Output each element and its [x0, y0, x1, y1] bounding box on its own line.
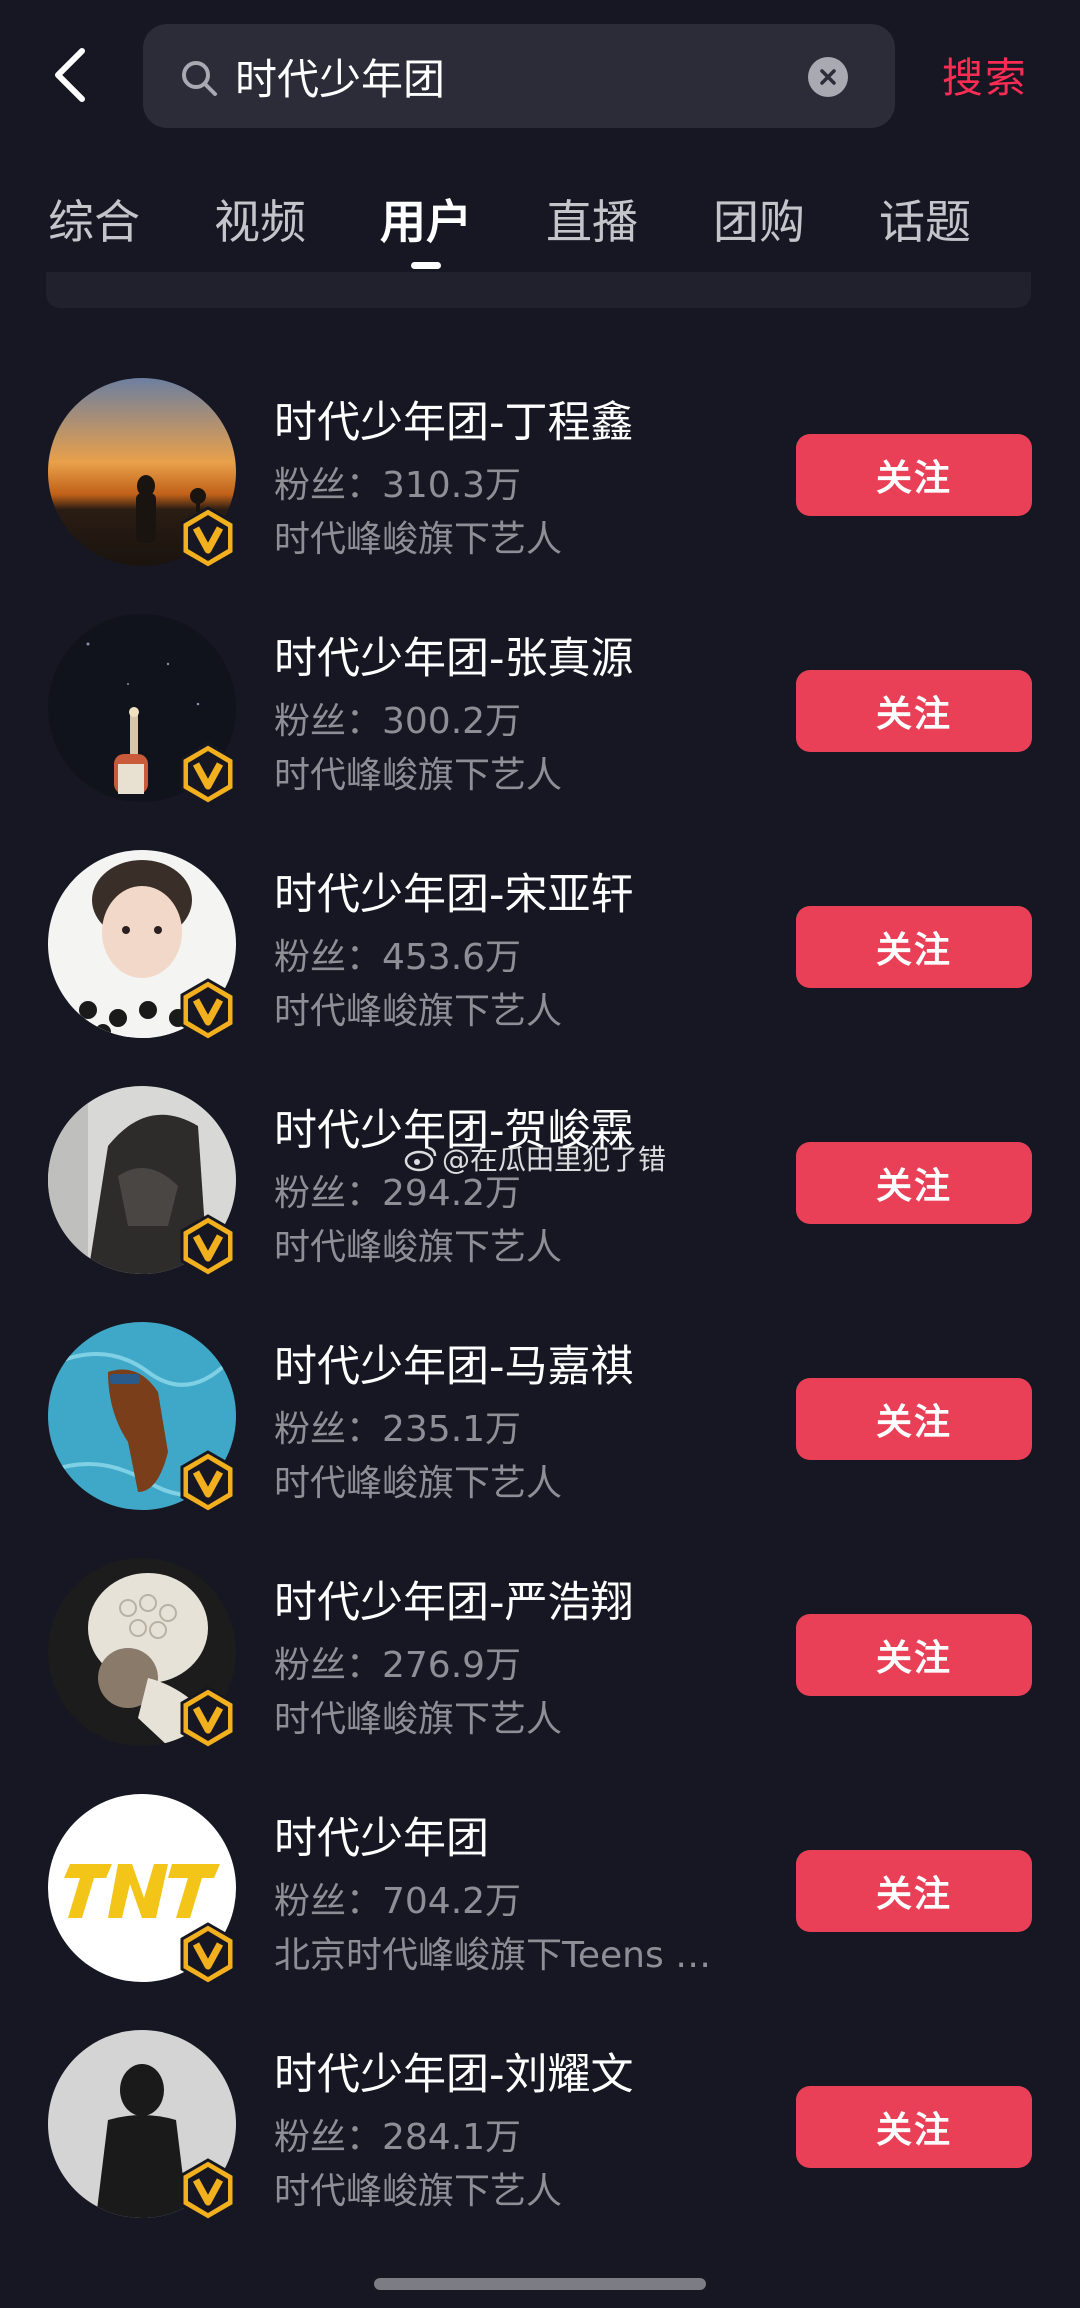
- follow-button[interactable]: 关注: [796, 906, 1032, 988]
- user-row[interactable]: 时代少年团-张真源 粉丝：300.2万 时代峰峻旗下艺人 关注: [0, 614, 1080, 814]
- verified-badge-icon: [180, 506, 236, 570]
- search-box[interactable]: [143, 24, 895, 128]
- user-description: 时代峰峻旗下艺人: [274, 1227, 563, 1268]
- user-description: 时代峰峻旗下艺人: [274, 2171, 563, 2212]
- home-indicator[interactable]: [374, 2278, 706, 2290]
- avatar-button[interactable]: [48, 1086, 238, 1278]
- user-description: 时代峰峻旗下艺人: [274, 991, 563, 1032]
- chevron-left-icon: [55, 48, 85, 102]
- user-name: 时代少年团-刘耀文: [274, 2050, 634, 2100]
- follower-count: 粉丝：235.1万: [274, 1409, 522, 1450]
- avatar-button[interactable]: [48, 1322, 238, 1514]
- tab-videos[interactable]: 视频: [214, 186, 306, 252]
- watermark: @在瓜田里犯了错: [404, 1138, 666, 1178]
- avatar-button[interactable]: [48, 614, 238, 806]
- user-name: 时代少年团-马嘉祺: [274, 1342, 634, 1392]
- weibo-icon: [404, 1146, 437, 1172]
- user-row[interactable]: 时代少年团-贺峻霖 粉丝：294.2万 时代峰峻旗下艺人 关注: [0, 1086, 1080, 1286]
- follower-count: 粉丝：276.9万: [274, 1645, 522, 1686]
- user-name: 时代少年团-丁程鑫: [274, 398, 634, 448]
- follow-button[interactable]: 关注: [796, 1614, 1032, 1696]
- active-tab-indicator: [411, 262, 441, 269]
- search-button[interactable]: 搜索: [942, 44, 1028, 104]
- verified-badge-icon: [180, 978, 236, 1042]
- follower-count: 粉丝：284.1万: [274, 2117, 522, 2158]
- verified-badge-icon: [180, 2158, 236, 2222]
- verified-badge-icon: [180, 1922, 236, 1986]
- follower-count: 粉丝：300.2万: [274, 701, 522, 742]
- user-name: 时代少年团-严浩翔: [274, 1578, 634, 1628]
- user-description: 时代峰峻旗下艺人: [274, 519, 563, 560]
- follow-button[interactable]: 关注: [796, 1378, 1032, 1460]
- watermark-text: @在瓜田里犯了错: [442, 1143, 667, 1176]
- tab-topics[interactable]: 话题: [879, 186, 971, 252]
- tab-bar: 综合 视频 用户 直播 团购 话题: [0, 186, 1080, 276]
- close-icon: [820, 69, 836, 85]
- verified-badge-icon: [180, 1686, 236, 1750]
- avatar-button[interactable]: [48, 2030, 238, 2222]
- verified-badge-icon: [180, 1450, 236, 1514]
- avatar-button[interactable]: [48, 850, 238, 1042]
- filter-strip: [46, 272, 1031, 308]
- user-row[interactable]: 时代少年团-刘耀文 粉丝：284.1万 时代峰峻旗下艺人 关注: [0, 2030, 1080, 2230]
- user-row[interactable]: 时代少年团-丁程鑫 粉丝：310.3万 时代峰峻旗下艺人 关注: [0, 378, 1080, 578]
- avatar-button[interactable]: [48, 378, 238, 570]
- follower-count: 粉丝：310.3万: [274, 465, 522, 506]
- tab-group-buy[interactable]: 团购: [713, 186, 805, 252]
- search-icon: [182, 61, 217, 96]
- user-description: 北京时代峰峻旗下Teens …: [274, 1935, 712, 1976]
- user-name: 时代少年团-张真源: [274, 634, 634, 684]
- verified-badge-icon: [180, 1214, 236, 1278]
- verified-badge-icon: [180, 742, 236, 806]
- avatar-button[interactable]: [48, 1794, 238, 1986]
- follow-button[interactable]: 关注: [796, 1142, 1032, 1224]
- avatar-button[interactable]: [48, 1558, 238, 1750]
- follow-button[interactable]: 关注: [796, 434, 1032, 516]
- follower-count: 粉丝：704.2万: [274, 1881, 522, 1922]
- user-row[interactable]: 时代少年团-宋亚轩 粉丝：453.6万 时代峰峻旗下艺人 关注: [0, 850, 1080, 1050]
- search-input[interactable]: [235, 46, 795, 106]
- tab-live[interactable]: 直播: [546, 186, 638, 252]
- user-description: 时代峰峻旗下艺人: [274, 1463, 563, 1504]
- user-row[interactable]: 时代少年团-严浩翔 粉丝：276.9万 时代峰峻旗下艺人 关注: [0, 1558, 1080, 1758]
- tab-general[interactable]: 综合: [48, 186, 140, 252]
- tab-users[interactable]: 用户: [380, 186, 472, 252]
- user-name: 时代少年团-宋亚轩: [274, 870, 634, 920]
- user-row[interactable]: 时代少年团 粉丝：704.2万 北京时代峰峻旗下Teens … 关注: [0, 1794, 1080, 1994]
- user-row[interactable]: 时代少年团-马嘉祺 粉丝：235.1万 时代峰峻旗下艺人 关注: [0, 1322, 1080, 1522]
- follow-button[interactable]: 关注: [796, 2086, 1032, 2168]
- clear-button[interactable]: [808, 57, 848, 97]
- search-results-page: 搜索 综合 视频 用户 直播 团购 话题: [0, 0, 1080, 2308]
- back-button[interactable]: [40, 40, 100, 110]
- user-description: 时代峰峻旗下艺人: [274, 1699, 563, 1740]
- user-description: 时代峰峻旗下艺人: [274, 755, 563, 796]
- user-name: 时代少年团: [274, 1814, 489, 1864]
- follow-button[interactable]: 关注: [796, 1850, 1032, 1932]
- follow-button[interactable]: 关注: [796, 670, 1032, 752]
- follower-count: 粉丝：453.6万: [274, 937, 522, 978]
- search-header: 搜索: [0, 0, 1080, 150]
